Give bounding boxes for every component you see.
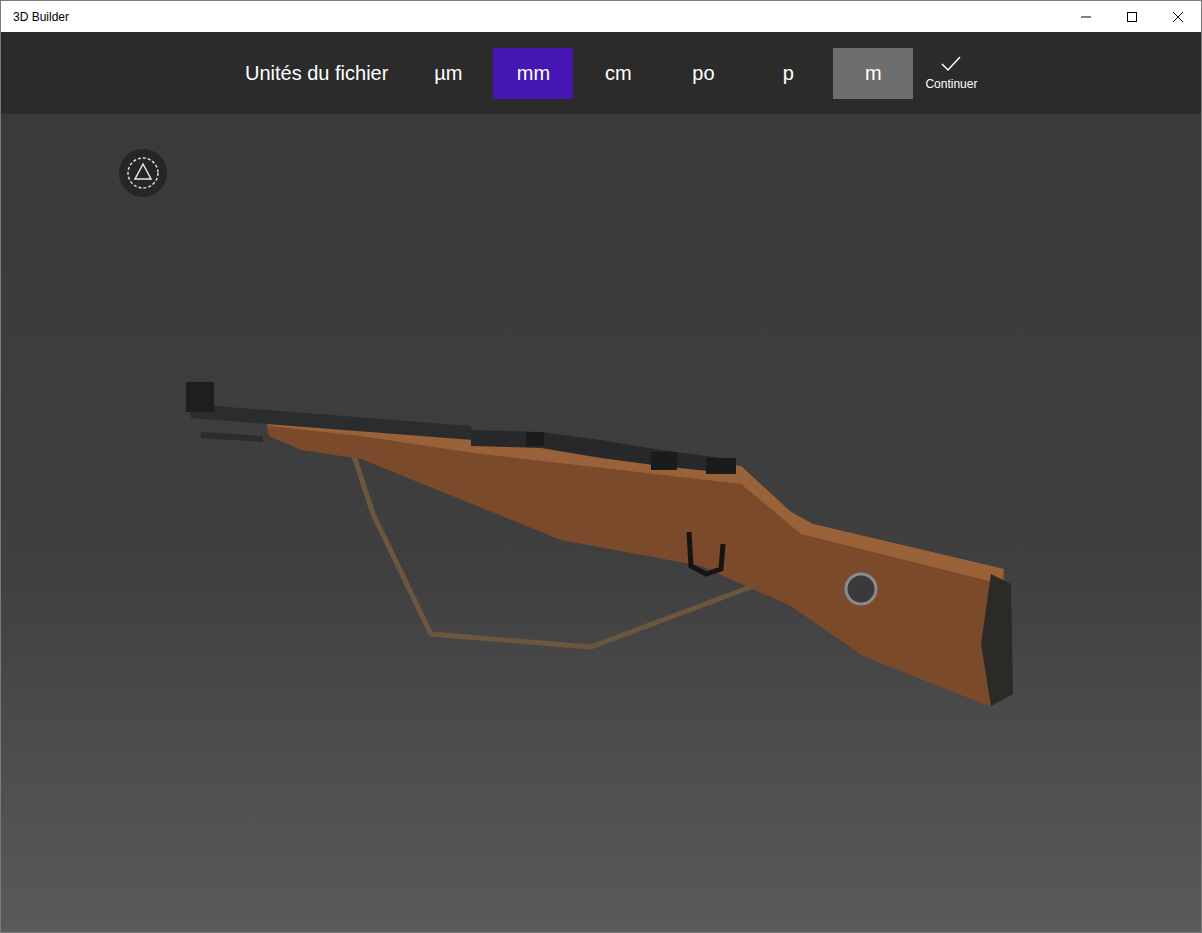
view-mode-icon	[125, 155, 161, 191]
unit-button[interactable]: mm	[493, 48, 573, 99]
window-title: 3D Builder	[1, 10, 69, 24]
minimize-icon	[1080, 11, 1092, 23]
maximize-icon	[1126, 11, 1138, 23]
app-window: 3D Builder Unités du fichier µmmmcmpopmCon…	[0, 0, 1202, 933]
continue-button[interactable]: Continuer	[915, 55, 987, 91]
unit-button[interactable]: m	[833, 48, 913, 99]
unit-button[interactable]: cm	[578, 48, 658, 99]
model-viewport[interactable]	[1, 114, 1201, 932]
unit-options: µmmmcmpopm	[408, 48, 913, 99]
rifle-model[interactable]	[1, 114, 1201, 932]
close-button[interactable]	[1155, 1, 1201, 32]
maximize-button[interactable]	[1109, 1, 1155, 32]
check-icon	[940, 55, 962, 73]
minimize-button[interactable]	[1063, 1, 1109, 32]
unit-button[interactable]: po	[663, 48, 743, 99]
window-controls	[1063, 1, 1201, 32]
view-mode-button[interactable]	[119, 149, 167, 197]
close-icon	[1172, 11, 1184, 23]
units-label: Unités du fichier	[245, 62, 388, 85]
title-bar: 3D Builder	[1, 1, 1201, 32]
unit-button[interactable]: µm	[408, 48, 488, 99]
units-toolbar: Unités du fichier µmmmcmpopmContinuer	[1, 32, 1201, 114]
unit-button[interactable]: p	[748, 48, 828, 99]
